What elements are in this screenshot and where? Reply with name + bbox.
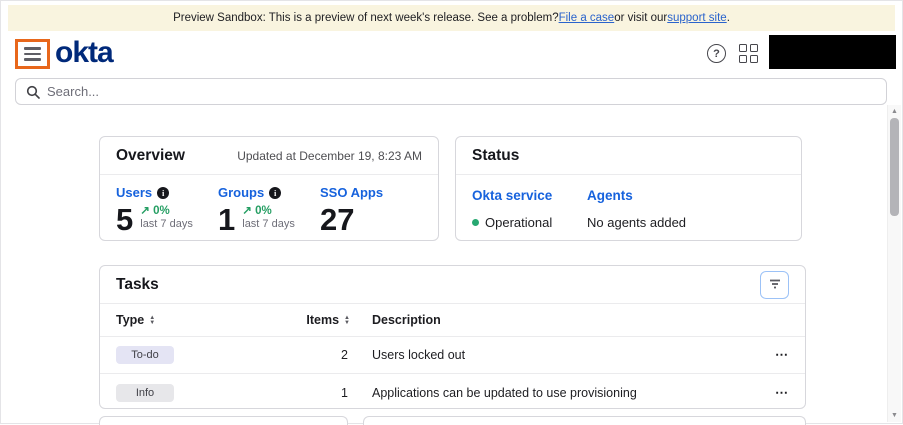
- agents-value: No agents added: [587, 215, 686, 230]
- help-icon[interactable]: ?: [707, 44, 726, 63]
- groups-trend: 0%: [255, 205, 272, 217]
- hamburger-icon: [24, 47, 41, 50]
- support-site-link[interactable]: support site: [667, 12, 726, 24]
- type-badge: To-do: [116, 346, 174, 364]
- column-header-description: Description: [350, 313, 759, 327]
- groups-count: 1: [218, 204, 235, 236]
- global-search-bar: [15, 78, 887, 105]
- search-icon: [26, 85, 40, 99]
- okta-service-link[interactable]: Okta service: [472, 188, 587, 203]
- banner-text: .: [727, 12, 730, 24]
- preview-sandbox-banner: Preview Sandbox: This is a preview of ne…: [8, 5, 895, 31]
- status-card: Status Okta service Operational Agents N…: [455, 136, 802, 241]
- apps-grid-icon[interactable]: [739, 44, 758, 63]
- stat-sso-apps: SSO Apps 27: [320, 185, 422, 236]
- banner-text: or visit our: [614, 12, 667, 24]
- top-header: okta ?: [1, 31, 902, 75]
- search-input[interactable]: [47, 84, 886, 99]
- users-link[interactable]: Users: [116, 185, 152, 200]
- items-count: 2: [300, 348, 350, 362]
- groups-link[interactable]: Groups: [218, 185, 264, 200]
- hamburger-menu-button[interactable]: [15, 39, 50, 69]
- info-icon[interactable]: i: [157, 187, 169, 199]
- redacted-account-info: [769, 35, 896, 69]
- type-badge: Info: [116, 384, 174, 402]
- tasks-title: Tasks: [116, 276, 159, 294]
- file-a-case-link[interactable]: File a case: [559, 12, 615, 24]
- trend-up-icon: ↗: [242, 205, 252, 217]
- status-title: Status: [472, 147, 519, 165]
- task-row-info: Info 1 Applications can be updated to us…: [100, 374, 805, 411]
- okta-logo[interactable]: okta: [55, 35, 113, 71]
- scrollbar-up-arrow[interactable]: ▲: [888, 108, 901, 115]
- tasks-filter-button[interactable]: [760, 271, 789, 299]
- sort-icon: ▲▼: [149, 316, 155, 325]
- scrollbar-thumb[interactable]: [890, 118, 899, 216]
- filter-funnel-icon: [769, 279, 781, 290]
- column-header-type[interactable]: Type ▲▼: [116, 313, 300, 327]
- users-count: 5: [116, 204, 133, 236]
- overview-card: Overview Updated at December 19, 8:23 AM…: [99, 136, 439, 241]
- operational-status-dot: [472, 219, 479, 226]
- scrollbar-down-arrow[interactable]: ▼: [888, 412, 901, 419]
- tasks-table-header: Type ▲▼ Items ▲▼ Description: [100, 304, 805, 337]
- tasks-card: Tasks Type ▲▼ Items ▲▼ Description T: [99, 265, 806, 409]
- users-period: last 7 days: [140, 218, 193, 231]
- okta-admin-dashboard: Preview Sandbox: This is a preview of ne…: [0, 0, 903, 424]
- okta-service-status: Okta service Operational: [472, 188, 587, 230]
- column-header-items[interactable]: Items ▲▼: [300, 313, 350, 327]
- sso-apps-count: 27: [320, 204, 354, 236]
- groups-period: last 7 days: [242, 218, 295, 231]
- task-description: Applications can be updated to use provi…: [350, 386, 759, 400]
- agents-link[interactable]: Agents: [587, 188, 702, 203]
- info-icon[interactable]: i: [269, 187, 281, 199]
- items-count: 1: [300, 386, 350, 400]
- trend-up-icon: ↗: [140, 205, 150, 217]
- task-row-todo: To-do 2 Users locked out ⋯: [100, 337, 805, 374]
- banner-text: Preview Sandbox: This is a preview of ne…: [173, 12, 559, 24]
- row-actions-menu[interactable]: ⋯: [759, 385, 789, 401]
- sso-apps-link[interactable]: SSO Apps: [320, 185, 383, 200]
- stat-groups: Groups i 1 ↗ 0% last 7 days: [218, 185, 320, 236]
- users-trend: 0%: [153, 205, 170, 217]
- vertical-scrollbar[interactable]: ▲ ▼: [887, 105, 901, 422]
- stat-users: Users i 5 ↗ 0% last 7 days: [116, 185, 218, 236]
- overview-title: Overview: [116, 147, 185, 165]
- overview-updated-timestamp: Updated at December 19, 8:23 AM: [237, 149, 422, 163]
- task-description: Users locked out: [350, 348, 759, 362]
- row-actions-menu[interactable]: ⋯: [759, 347, 789, 363]
- okta-service-value: Operational: [485, 215, 552, 230]
- agents-status: Agents No agents added: [587, 188, 702, 230]
